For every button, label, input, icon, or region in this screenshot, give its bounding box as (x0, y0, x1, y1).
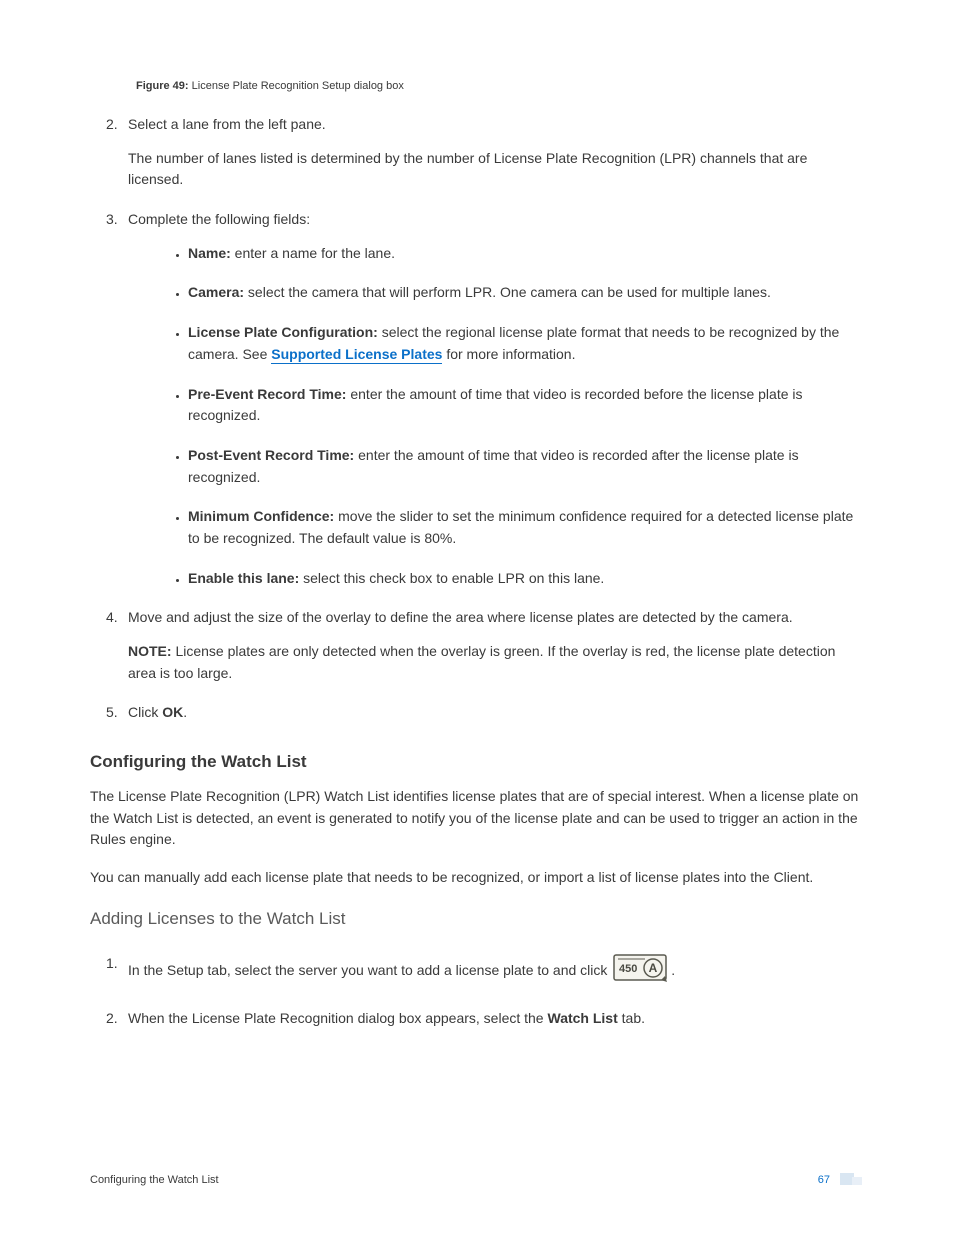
adding-step-2-after: tab. (618, 1010, 645, 1026)
step-5-suffix: . (183, 704, 187, 720)
field-pre-term: Pre-Event Record Time: (188, 386, 346, 402)
field-post-event-record-time: Post-Event Record Time: enter the amount… (188, 445, 864, 488)
figure-caption-text: License Plate Recognition Setup dialog b… (192, 80, 404, 92)
step-4: Move and adjust the size of the overlay … (128, 607, 864, 684)
field-enable-this-lane: Enable this lane: select this check box … (188, 568, 864, 590)
adding-step-2: When the License Plate Recognition dialo… (128, 1008, 864, 1030)
field-pre-event-record-time: Pre-Event Record Time: enter the amount … (188, 384, 864, 427)
field-minimum-confidence: Minimum Confidence: move the slider to s… (188, 506, 864, 549)
step-3: Complete the following fields: Name: ent… (128, 209, 864, 589)
page: Figure 49: License Plate Recognition Set… (0, 0, 954, 1235)
note-text: License plates are only detected when th… (128, 643, 835, 681)
page-number: 67 (818, 1174, 830, 1186)
figure-caption: Figure 49: License Plate Recognition Set… (136, 80, 864, 92)
heading-adding-licenses: Adding Licenses to the Watch List (90, 909, 864, 929)
step-2-lead: Select a lane from the left pane. (128, 116, 326, 132)
footer-right: 67 (818, 1173, 864, 1187)
svg-text:A: A (649, 961, 658, 975)
watch-list-p1: The License Plate Recognition (LPR) Watc… (90, 786, 864, 851)
field-license-plate-configuration: License Plate Configuration: select the … (188, 322, 864, 365)
step-3-fields: Name: enter a name for the lane. Camera:… (128, 243, 864, 590)
field-camera-desc: select the camera that will perform LPR.… (244, 284, 771, 300)
watch-list-p2: You can manually add each license plate … (90, 867, 864, 889)
field-enable-desc: select this check box to enable LPR on t… (299, 570, 604, 586)
field-name-term: Name: (188, 245, 231, 261)
field-minconf-term: Minimum Confidence: (188, 508, 334, 524)
footer-section-title: Configuring the Watch List (90, 1174, 219, 1186)
supported-license-plates-link[interactable]: Supported License Plates (271, 346, 442, 364)
step-5: Click OK. (128, 702, 864, 724)
adding-step-2-before: When the License Plate Recognition dialo… (128, 1010, 548, 1026)
field-name: Name: enter a name for the lane. (188, 243, 864, 265)
step-3-lead: Complete the following fields: (128, 211, 310, 227)
adding-steps: In the Setup tab, select the server you … (90, 953, 864, 1029)
step-5-prefix: Click (128, 704, 162, 720)
step-4-note: NOTE: License plates are only detected w… (128, 641, 864, 684)
footer-decoration-icon (840, 1173, 864, 1187)
field-enable-term: Enable this lane: (188, 570, 299, 586)
license-plate-icon: 450 A (613, 953, 669, 990)
field-post-term: Post-Event Record Time: (188, 447, 354, 463)
field-camera: Camera: select the camera that will perf… (188, 282, 864, 304)
adding-step-2-bold: Watch List (548, 1010, 618, 1026)
figure-label: Figure 49: (136, 80, 189, 92)
step-5-ok: OK (162, 704, 183, 720)
step-2: Select a lane from the left pane. The nu… (128, 114, 864, 191)
step-2-sub: The number of lanes listed is determined… (128, 148, 864, 191)
adding-step-1-before: In the Setup tab, select the server you … (128, 962, 611, 978)
adding-step-1-after: . (671, 962, 675, 978)
svg-text:450: 450 (619, 963, 637, 975)
adding-step-1: In the Setup tab, select the server you … (128, 953, 864, 990)
page-footer: Configuring the Watch List 67 (90, 1173, 864, 1187)
field-camera-term: Camera: (188, 284, 244, 300)
field-name-desc: enter a name for the lane. (231, 245, 395, 261)
note-term: NOTE: (128, 643, 172, 659)
main-steps: Select a lane from the left pane. The nu… (90, 114, 864, 724)
step-4-lead: Move and adjust the size of the overlay … (128, 609, 793, 625)
field-lpc-after: for more information. (442, 346, 575, 362)
field-lpc-term: License Plate Configuration: (188, 324, 378, 340)
heading-configuring-watch-list: Configuring the Watch List (90, 752, 864, 772)
